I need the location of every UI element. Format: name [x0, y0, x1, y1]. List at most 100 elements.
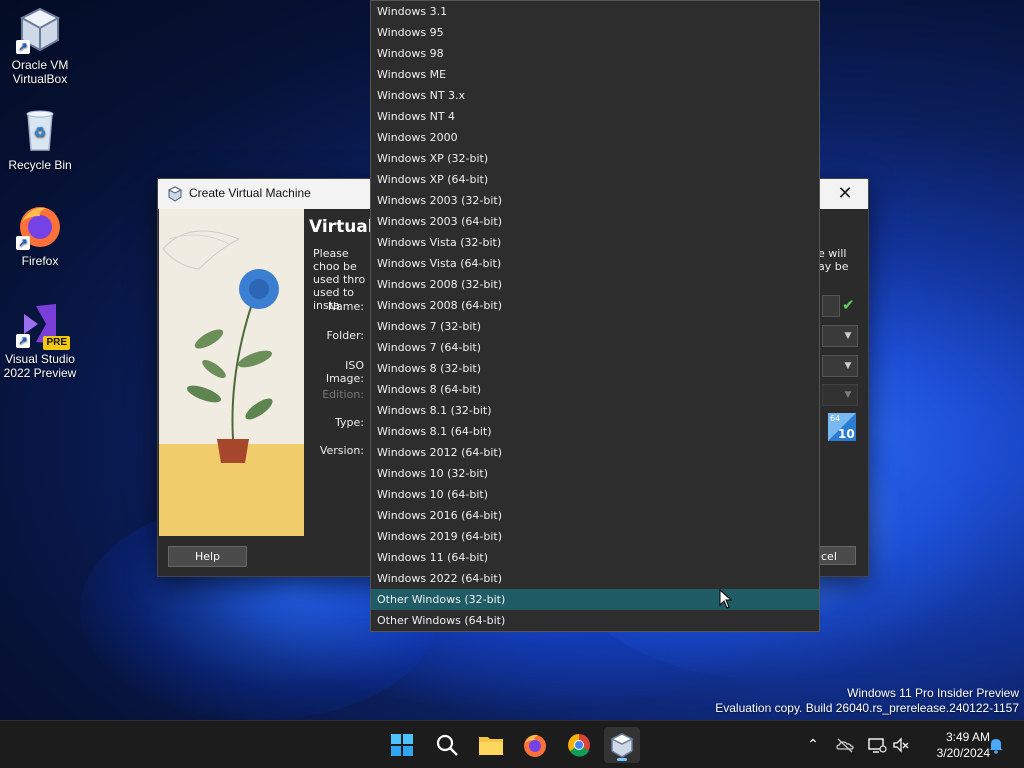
chevron-down-icon: ▼ — [844, 390, 852, 400]
firefox-taskbar-button[interactable] — [517, 727, 553, 763]
folder-combo[interactable]: ▼ — [822, 325, 858, 347]
clock-date: 3/20/2024 — [936, 746, 990, 760]
version-option[interactable]: Windows 7 (32-bit) — [371, 316, 819, 337]
start-icon — [391, 734, 413, 756]
version-option[interactable]: Windows Vista (64-bit) — [371, 253, 819, 274]
show-hidden-icons-button[interactable]: ⌃ — [803, 735, 823, 755]
version-option[interactable]: Windows 3.1 — [371, 1, 819, 22]
version-option[interactable]: Windows 2000 — [371, 127, 819, 148]
desktop-icon-label: Oracle VM VirtualBox — [11, 58, 69, 86]
edition-label: Edition: — [322, 388, 364, 401]
volume-button[interactable] — [891, 735, 911, 755]
desktop-icon-firefox[interactable]: ↗ Firefox — [0, 202, 80, 268]
chrome-taskbar-button[interactable] — [561, 727, 597, 763]
firefox-icon — [524, 734, 546, 757]
page-description-continued: e will ay be — [818, 247, 849, 273]
version-option[interactable]: Windows 2008 (32-bit) — [371, 274, 819, 295]
system-clock[interactable]: 3:49 AM 3/20/2024 — [918, 729, 990, 761]
version-option[interactable]: Other Windows (64-bit) — [371, 610, 819, 631]
help-button[interactable]: Help — [168, 546, 247, 567]
chevron-down-icon: ▼ — [844, 361, 852, 371]
iso-image-combo[interactable]: ▼ — [822, 355, 858, 377]
desktop-icon-label: Visual Studio 2022 Preview — [3, 352, 77, 380]
cancel-button[interactable]: cel — [818, 546, 856, 565]
mouse-cursor-icon — [719, 589, 733, 609]
network-icon — [868, 738, 887, 753]
version-option[interactable]: Windows XP (32-bit) — [371, 148, 819, 169]
version-option[interactable]: Windows 2022 (64-bit) — [371, 568, 819, 589]
version-label: Version: — [319, 444, 364, 457]
version-option[interactable]: Windows NT 4 — [371, 106, 819, 127]
name-input[interactable] — [822, 295, 840, 317]
wizard-illustration — [159, 209, 304, 536]
version-option[interactable]: Other Windows (32-bit) — [371, 589, 819, 610]
flower-illustration — [162, 230, 279, 463]
close-button[interactable]: ✕ — [822, 179, 868, 209]
notification-bell-icon — [989, 739, 1003, 754]
version-option[interactable]: Windows 2008 (64-bit) — [371, 295, 819, 316]
start-button[interactable] — [384, 727, 420, 763]
recycle-bin-icon: ♻ — [26, 110, 54, 151]
volume-muted-icon — [893, 737, 909, 753]
search-icon — [436, 734, 458, 756]
active-app-indicator — [617, 758, 627, 761]
iso-image-label: ISO Image: — [325, 359, 364, 385]
version-option[interactable]: Windows 98 — [371, 43, 819, 64]
svg-text:♻: ♻ — [34, 125, 47, 141]
onedrive-button[interactable] — [835, 735, 855, 755]
chevron-up-icon: ⌃ — [807, 737, 819, 753]
version-option[interactable]: Windows 95 — [371, 22, 819, 43]
version-option[interactable]: Windows XP (64-bit) — [371, 169, 819, 190]
watermark-line-1: Windows 11 Pro Insider Preview — [847, 686, 1019, 700]
virtualbox-icon — [167, 186, 183, 202]
shortcut-arrow-icon: ↗ — [16, 40, 30, 54]
virtualbox-taskbar-button[interactable] — [604, 727, 640, 763]
shortcut-arrow-icon: ↗ — [16, 236, 30, 250]
file-explorer-button[interactable] — [473, 727, 509, 763]
version-option[interactable]: Windows 2012 (64-bit) — [371, 442, 819, 463]
onedrive-icon — [836, 738, 854, 753]
version-option[interactable]: Windows 2016 (64-bit) — [371, 505, 819, 526]
version-option[interactable]: Windows NT 3.x — [371, 85, 819, 106]
version-dropdown-list[interactable]: Windows 3.1 Windows 95 Windows 98 Windows M… — [370, 0, 820, 632]
version-option[interactable]: Windows 8 (64-bit) — [371, 379, 819, 400]
folder-label: Folder: — [326, 329, 364, 342]
version-option[interactable]: Windows 7 (64-bit) — [371, 337, 819, 358]
network-button[interactable] — [867, 735, 887, 755]
version-option[interactable]: Windows 8.1 (64-bit) — [371, 421, 819, 442]
valid-check-icon: ✔ — [842, 296, 855, 314]
file-explorer-icon — [479, 737, 503, 755]
taskbar: ⌃ 3:49 AM 3/20/2024 — [0, 720, 1024, 768]
edition-combo: ▼ — [822, 384, 858, 406]
version-option[interactable]: Windows Vista (32-bit) — [371, 232, 819, 253]
windows-os-icon: 64 10 — [828, 413, 856, 441]
page-title: Virtual — [309, 217, 374, 237]
version-option[interactable]: Windows ME — [371, 64, 819, 85]
type-label: Type: — [335, 416, 364, 429]
shortcut-arrow-icon: ↗ — [16, 334, 30, 348]
version-option[interactable]: Windows 2003 (32-bit) — [371, 190, 819, 211]
notifications-button[interactable] — [986, 735, 1006, 755]
desktop-icon-recycle-bin[interactable]: ♻ Recycle Bin — [0, 106, 80, 172]
version-option[interactable]: Windows 11 (64-bit) — [371, 547, 819, 568]
desktop-icon-label: Firefox — [21, 254, 59, 268]
version-option[interactable]: Windows 8 (32-bit) — [371, 358, 819, 379]
desktop-icon-virtualbox[interactable]: ↗ Oracle VM VirtualBox — [0, 6, 80, 86]
close-icon: ✕ — [837, 183, 853, 204]
watermark-line-2: Evaluation copy. Build 26040.rs_prerelea… — [715, 701, 1019, 715]
version-option[interactable]: Windows 10 (32-bit) — [371, 463, 819, 484]
version-option[interactable]: Windows 2019 (64-bit) — [371, 526, 819, 547]
dialog-title: Create Virtual Machine — [189, 186, 311, 200]
version-option[interactable]: Windows 2003 (64-bit) — [371, 211, 819, 232]
clock-time: 3:49 AM — [945, 730, 990, 744]
version-option[interactable]: Windows 8.1 (32-bit) — [371, 400, 819, 421]
version-option[interactable]: Windows 10 (64-bit) — [371, 484, 819, 505]
evaluation-watermark: Windows 11 Pro Insider Preview Evaluatio… — [715, 686, 1019, 716]
desktop-icon-label: Recycle Bin — [8, 158, 72, 172]
search-button[interactable] — [429, 727, 465, 763]
desktop-icon-visual-studio[interactable]: ↗ PRE Visual Studio 2022 Preview — [0, 300, 80, 380]
name-label: Name: — [327, 300, 364, 313]
os-badge-number: 10 — [838, 427, 855, 441]
pre-badge: PRE — [43, 336, 70, 350]
chevron-down-icon: ▼ — [844, 331, 852, 341]
